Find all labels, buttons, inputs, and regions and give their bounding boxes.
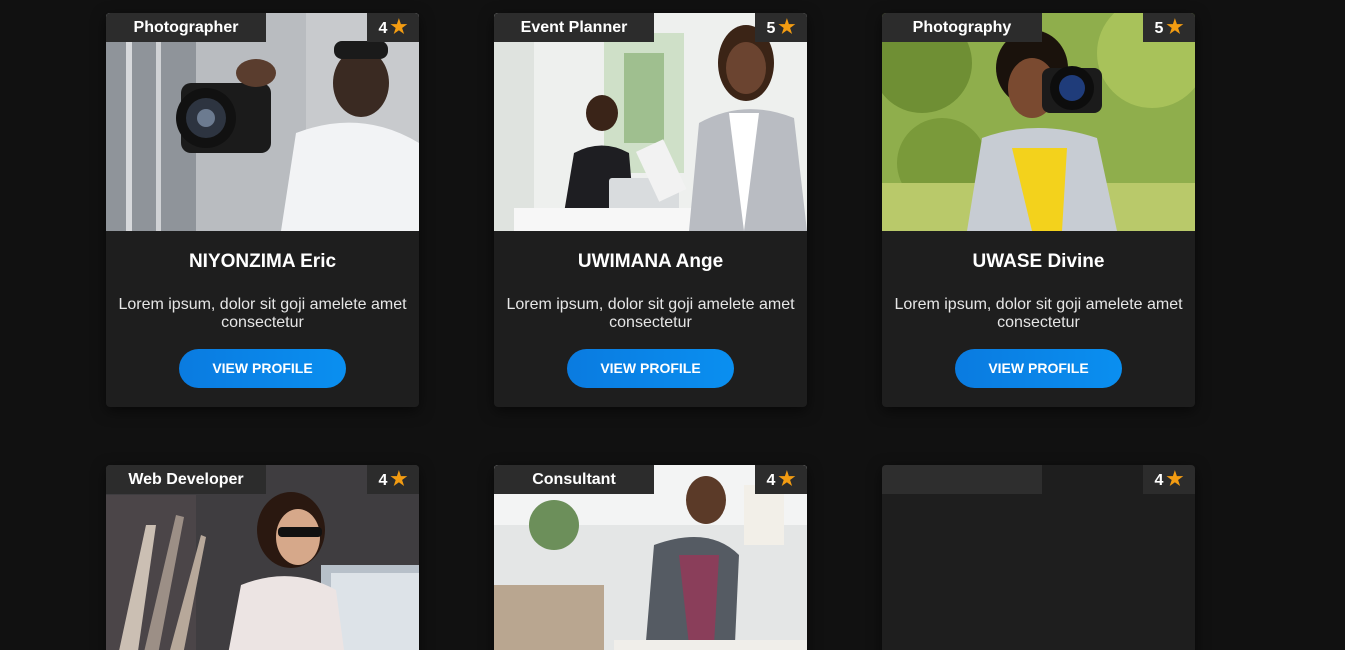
rating-value: 4 (1154, 472, 1164, 489)
view-profile-button[interactable]: VIEW PROFILE (955, 349, 1122, 388)
profile-name: UWIMANA Ange (577, 251, 724, 272)
star-icon: ★ (1166, 17, 1184, 38)
rating-value: 4 (378, 20, 388, 37)
star-icon: ★ (778, 17, 796, 38)
profile-description: Lorem ipsum, dolor sit goji amelete amet… (506, 296, 795, 331)
star-icon: ★ (778, 469, 796, 490)
category-tag: Web Developer (106, 465, 266, 494)
profile-card: Photographer 4 ★ NIYONZIMA Eric Lorem ips… (106, 13, 419, 407)
category-tag (882, 465, 1042, 494)
rating-badge: 4 ★ (367, 13, 419, 42)
category-tag: Photography (882, 13, 1042, 42)
star-icon: ★ (390, 17, 408, 38)
profile-description: Lorem ipsum, dolor sit goji amelete amet… (118, 296, 407, 331)
rating-badge: 5 ★ (755, 13, 807, 42)
profile-photo: Photographer 4 ★ (106, 13, 419, 231)
rating-badge: 4 ★ (755, 465, 807, 494)
view-profile-button[interactable]: VIEW PROFILE (179, 349, 346, 388)
rating-value: 4 (378, 472, 388, 489)
rating-value: 5 (1154, 20, 1164, 37)
category-tag: Event Planner (494, 13, 654, 42)
profile-photo-placeholder: 4 ★ (882, 465, 1195, 650)
profile-photo: Consultant 4 ★ (494, 465, 807, 650)
profile-card: Event Planner 5 ★ UWIMANA Ange Lorem ipsu… (494, 13, 807, 407)
profile-name: NIYONZIMA Eric (188, 251, 337, 272)
rating-badge: 4 ★ (1143, 465, 1195, 494)
profile-photo: Photography 5 ★ (882, 13, 1195, 231)
profile-photo: Web Developer 4 ★ (106, 465, 419, 650)
profile-card: Photography 5 ★ UWASE Divine Lorem ipsum,… (882, 13, 1195, 407)
profile-card: Web Developer 4 ★ (106, 465, 419, 650)
profile-photo: Event Planner 5 ★ (494, 13, 807, 231)
category-tag: Photographer (106, 13, 266, 42)
profile-card: Consultant 4 ★ (494, 465, 807, 650)
rating-value: 5 (766, 20, 776, 37)
profile-name: UWASE Divine (972, 251, 1105, 272)
category-tag: Consultant (494, 465, 654, 494)
rating-value: 4 (766, 472, 776, 489)
profiles-grid: Photographer 4 ★ NIYONZIMA Eric Lorem ips… (0, 0, 1345, 650)
star-icon: ★ (390, 469, 408, 490)
profile-card: 4 ★ (882, 465, 1195, 650)
rating-badge: 4 ★ (367, 465, 419, 494)
profile-description: Lorem ipsum, dolor sit goji amelete amet… (894, 296, 1183, 331)
rating-badge: 5 ★ (1143, 13, 1195, 42)
star-icon: ★ (1166, 469, 1184, 490)
view-profile-button[interactable]: VIEW PROFILE (567, 349, 734, 388)
